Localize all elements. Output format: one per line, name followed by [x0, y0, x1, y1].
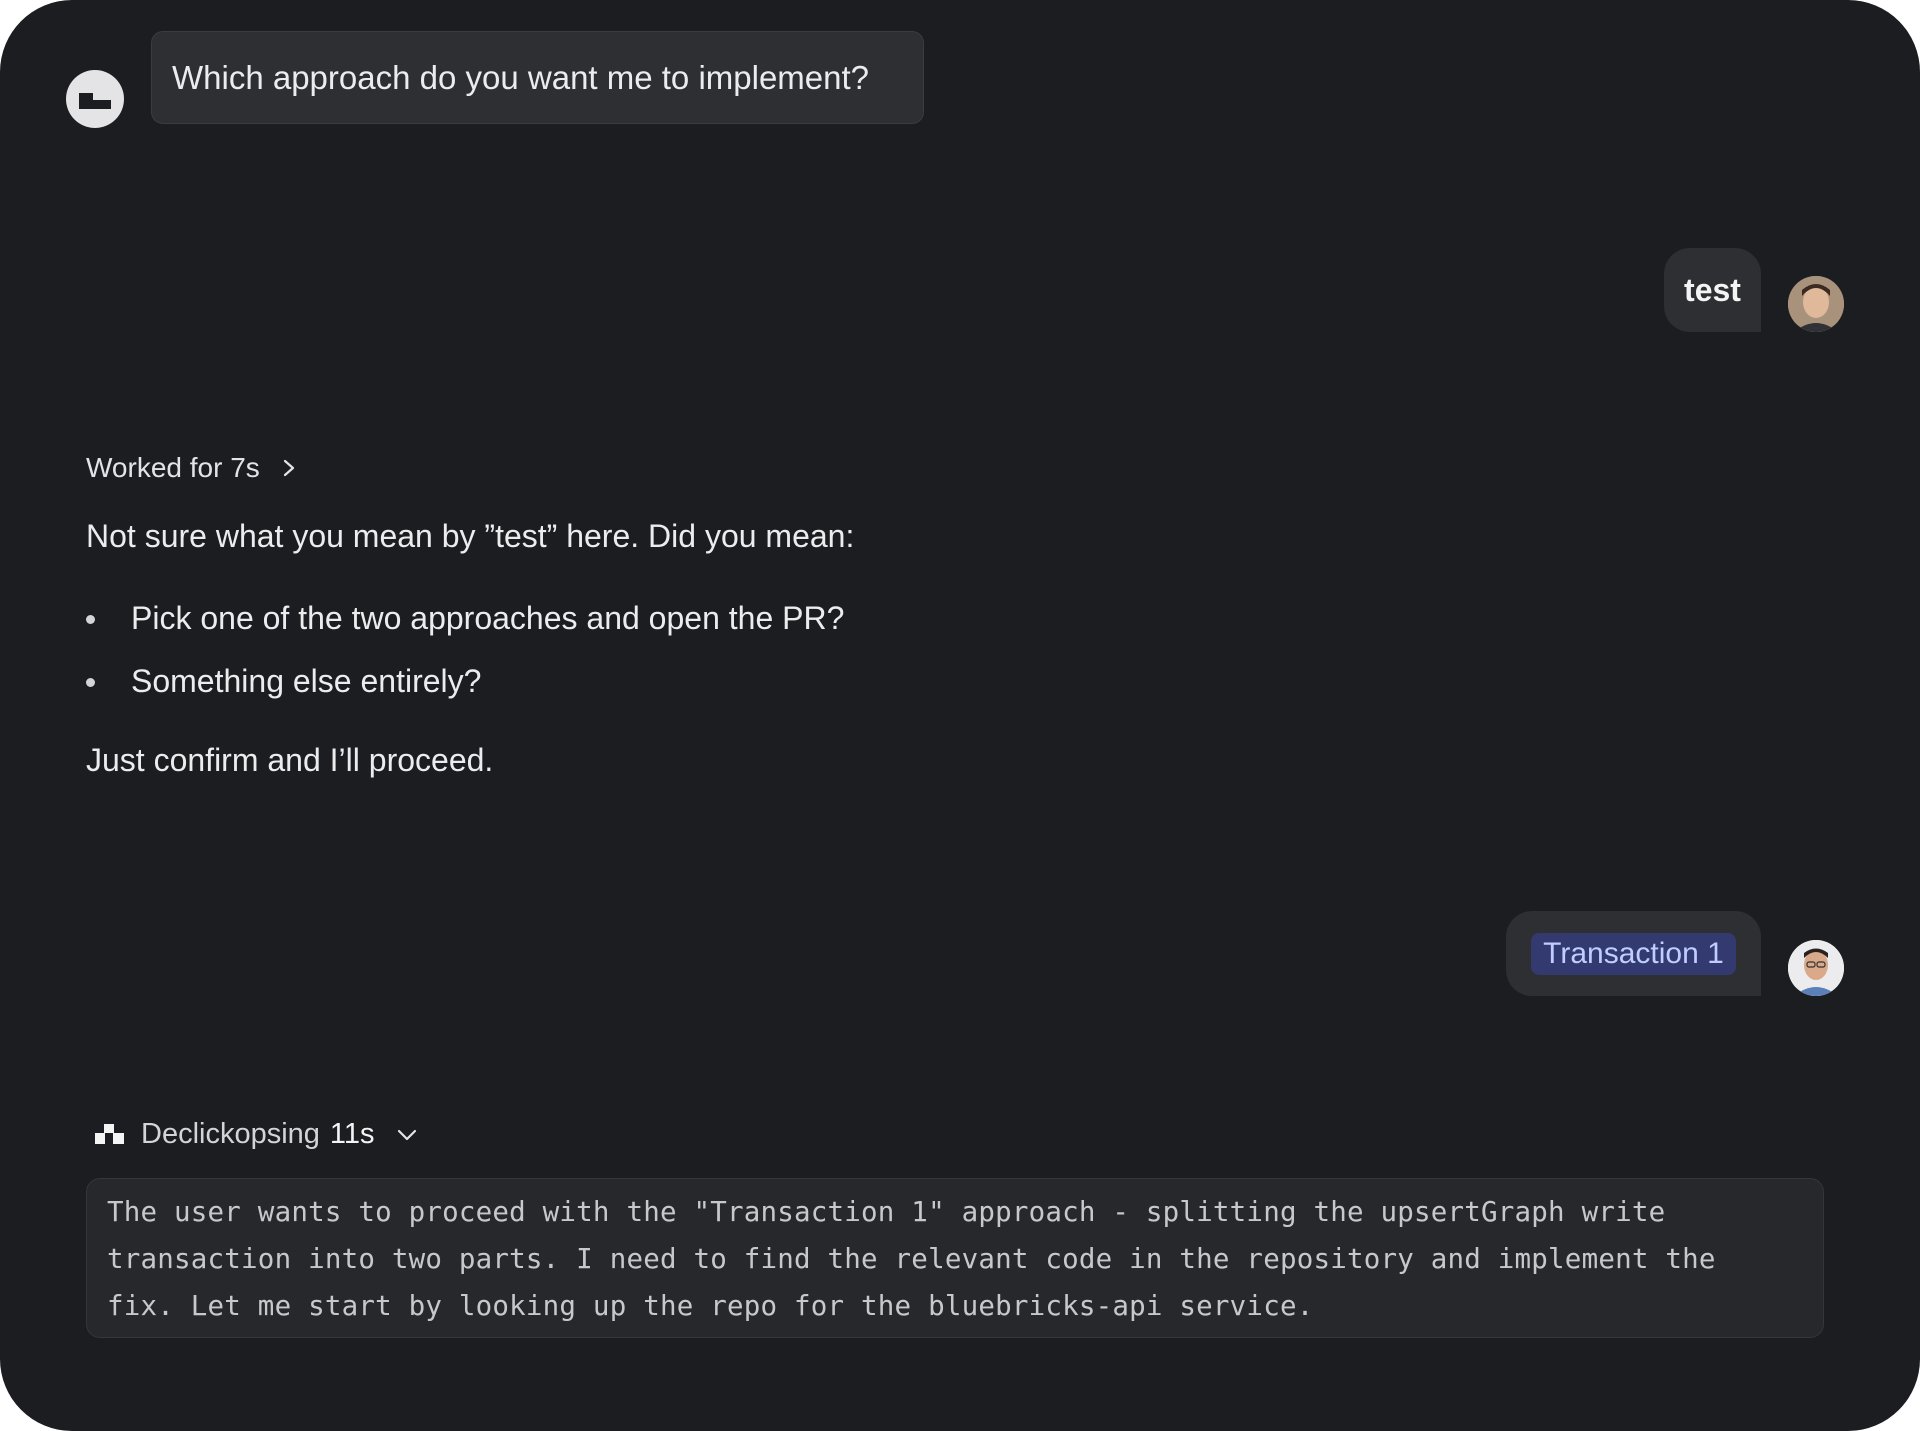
- thinking-line: transaction into two parts. I need to fi…: [107, 1243, 1716, 1275]
- thinking-label: Declickopsing: [141, 1118, 320, 1150]
- thinking-duration: 11s: [329, 1118, 375, 1150]
- list-item: Something else entirely?: [86, 661, 844, 724]
- worked-for-toggle[interactable]: Worked for 7s: [86, 452, 298, 484]
- worked-for-label: Worked for 7s: [86, 452, 260, 483]
- user-message-bubble: test: [1664, 248, 1761, 332]
- option-text: Pick one of the two approaches and open …: [131, 600, 845, 636]
- thinking-line: fix. Let me start by looking up the repo…: [107, 1290, 1314, 1322]
- response-outro: Just confirm and I’ll proceed.: [86, 742, 494, 778]
- user-avatar: [1788, 940, 1844, 996]
- assistant-question-text: Which approach do you want me to impleme…: [172, 58, 870, 96]
- bullet-dot: [86, 678, 95, 687]
- user-message-bubble: Transaction 1: [1506, 911, 1761, 996]
- user-message-text: test: [1684, 271, 1741, 308]
- thinking-line: The user wants to proceed with the "Tran…: [107, 1196, 1666, 1228]
- chevron-right-icon: [283, 459, 294, 477]
- chat-window: Which approach do you want me to impleme…: [0, 0, 1920, 1431]
- assistant-logo-icon: [66, 70, 124, 128]
- response-options-list: Pick one of the two approaches and open …: [86, 598, 844, 724]
- chevron-down-icon: [397, 1129, 416, 1140]
- thinking-blocks-icon: [95, 1123, 125, 1146]
- response-intro: Not sure what you mean by ”test” here. D…: [86, 518, 855, 554]
- user-avatar-icon: [1788, 940, 1844, 996]
- thinking-content: The user wants to proceed with the "Tran…: [86, 1178, 1824, 1338]
- bullet-dot: [86, 615, 95, 624]
- user-avatar: [1788, 276, 1844, 332]
- list-item: Pick one of the two approaches and open …: [86, 598, 844, 661]
- assistant-question-bubble: Which approach do you want me to impleme…: [151, 31, 924, 124]
- user-avatar-icon: [1788, 276, 1844, 332]
- thinking-toggle[interactable]: Declickopsing 11s: [95, 1118, 417, 1151]
- option-text: Something else entirely?: [131, 663, 482, 699]
- transaction-chip[interactable]: Transaction 1: [1531, 932, 1736, 975]
